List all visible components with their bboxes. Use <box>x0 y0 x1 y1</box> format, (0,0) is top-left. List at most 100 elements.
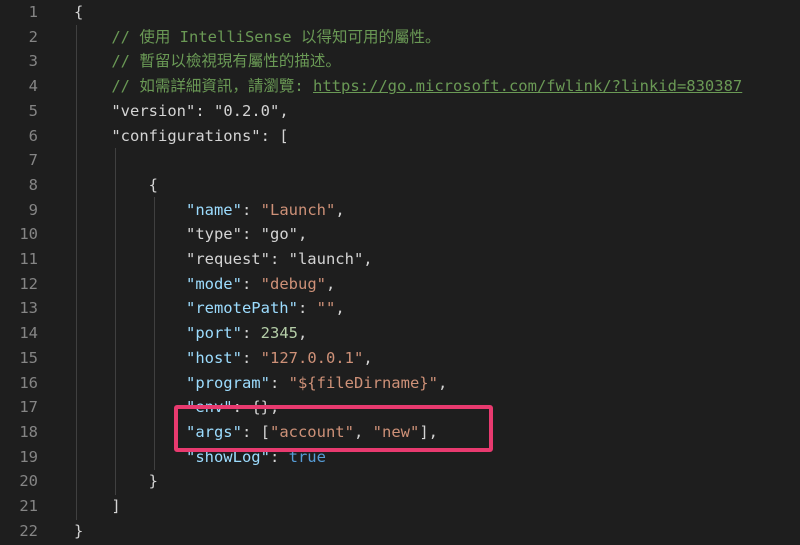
code-token: "version" <box>74 101 196 120</box>
code-token: "remotePath" <box>74 299 298 318</box>
line-number: 11 <box>19 250 38 268</box>
code-line[interactable]: 9 "name": "Launch", <box>0 198 800 223</box>
code-token: , <box>437 373 448 392</box>
code-token: "request" <box>74 250 270 268</box>
code-token: : <box>269 373 289 392</box>
code-token: "debug" <box>260 274 326 293</box>
line-number: 6 <box>28 126 38 145</box>
code-content: "host": "127.0.0.1", <box>74 346 373 371</box>
code-token: : <box>195 101 214 120</box>
code-token: : [ <box>260 126 289 145</box>
code-token: : <box>241 200 261 219</box>
code-token: : <box>297 299 317 318</box>
code-token: : <box>241 225 261 244</box>
code-token: "configurations" <box>74 126 261 145</box>
line-number: 7 <box>28 151 38 170</box>
code-line[interactable]: 14 "port": 2345, <box>0 321 800 346</box>
line-number: 2 <box>28 27 38 46</box>
code-line[interactable]: 13 "remotePath": "", <box>0 296 800 321</box>
code-content: // 使用 IntelliSense 以得知可用的屬性。 <box>74 25 440 50</box>
line-number: 17 <box>19 398 38 417</box>
code-token: "launch" <box>288 250 364 268</box>
code-token: "port" <box>74 324 242 343</box>
code-content: "mode": "debug", <box>74 272 335 297</box>
code-token: // 使用 IntelliSense 以得知可用的屬性。 <box>74 27 441 46</box>
code-token: : <box>241 324 261 343</box>
code-content: // 暫留以檢視現有屬性的描述。 <box>74 49 341 74</box>
code-line[interactable]: 8 { <box>0 173 800 198</box>
code-content: "program": "${fileDirname}", <box>74 371 447 396</box>
line-number: 20 <box>19 472 38 491</box>
code-line[interactable]: 5 "version": "0.2.0", <box>0 99 800 124</box>
line-number: 5 <box>28 101 38 120</box>
code-line[interactable]: 11 "request": "launch", <box>0 247 800 272</box>
code-content: // 如需詳細資訊，請瀏覽: https://go.microsoft.com/… <box>74 74 742 99</box>
code-content: { <box>74 173 158 198</box>
code-content: "configurations": [ <box>74 124 289 149</box>
line-number: 22 <box>19 521 38 540</box>
code-token: , <box>325 274 336 293</box>
code-line[interactable]: 3 // 暫留以檢視現有屬性的描述。 <box>0 49 800 74</box>
code-token: { <box>74 175 158 194</box>
code-token: "" <box>316 299 336 318</box>
code-editor[interactable]: 1{2 // 使用 IntelliSense 以得知可用的屬性。 3 // 暫留以… <box>0 0 800 545</box>
args-highlight-box <box>174 405 493 452</box>
code-token: : <box>241 274 261 293</box>
code-line[interactable]: 10 "type": "go", <box>0 222 800 247</box>
code-token: , <box>297 324 308 343</box>
code-token: { <box>74 3 84 21</box>
code-token: , <box>363 348 373 367</box>
line-number: 4 <box>28 77 38 96</box>
code-token: "${fileDirname}" <box>288 373 438 392</box>
line-number: 15 <box>19 348 38 367</box>
code-content: "remotePath": "", <box>74 296 345 321</box>
code-token: , <box>297 225 308 244</box>
code-token: "program" <box>74 373 270 392</box>
code-token: , <box>279 101 289 120</box>
code-line[interactable]: 1{ <box>0 0 800 25</box>
code-content: "version": "0.2.0", <box>74 99 289 124</box>
code-token: "mode" <box>74 274 242 293</box>
code-token: "go" <box>260 225 298 244</box>
line-number: 9 <box>28 200 38 219</box>
code-line[interactable]: 22} <box>0 519 800 544</box>
code-content: "request": "launch", <box>74 247 373 272</box>
code-line[interactable]: 12 "mode": "debug", <box>0 272 800 297</box>
code-token: } <box>74 472 158 491</box>
code-token: ] <box>74 497 121 515</box>
code-content: "type": "go", <box>74 222 307 247</box>
code-content: "port": 2345, <box>74 321 307 346</box>
line-number: 13 <box>19 299 38 318</box>
code-token: 2345 <box>260 324 298 343</box>
code-line[interactable]: 4 // 如需詳細資訊，請瀏覽: https://go.microsoft.co… <box>0 74 800 99</box>
code-content: "name": "Launch", <box>74 198 345 223</box>
code-token: , <box>363 250 373 268</box>
code-token: "127.0.0.1" <box>260 348 364 367</box>
line-number: 19 <box>19 447 38 466</box>
line-number: 1 <box>28 3 38 21</box>
code-line[interactable]: 16 "program": "${fileDirname}", <box>0 371 800 396</box>
code-token: : <box>241 348 261 367</box>
code-token: "Launch" <box>260 200 336 219</box>
code-content: ] <box>74 494 121 519</box>
code-token: "name" <box>74 200 242 219</box>
code-content: { <box>74 0 83 25</box>
line-number: 12 <box>19 274 38 293</box>
code-token: : <box>269 250 289 268</box>
code-token: // 暫留以檢視現有屬性的描述。 <box>74 52 341 71</box>
code-line[interactable]: 6 "configurations": [ <box>0 124 800 149</box>
code-line[interactable]: 7 <box>0 148 800 173</box>
line-number: 18 <box>19 422 38 441</box>
line-number: 10 <box>19 225 38 244</box>
line-number: 21 <box>19 497 38 515</box>
code-token: } <box>74 521 84 540</box>
line-number: 8 <box>28 175 38 194</box>
code-token: , <box>335 299 345 318</box>
doc-link[interactable]: https://go.microsoft.com/fwlink/?linkid=… <box>313 77 742 95</box>
line-number: 16 <box>19 373 38 392</box>
code-line[interactable]: 21 ] <box>0 494 800 519</box>
code-token: , <box>335 200 345 219</box>
code-line[interactable]: 20 } <box>0 469 800 494</box>
code-line[interactable]: 15 "host": "127.0.0.1", <box>0 346 800 371</box>
code-line[interactable]: 2 // 使用 IntelliSense 以得知可用的屬性。 <box>0 25 800 50</box>
